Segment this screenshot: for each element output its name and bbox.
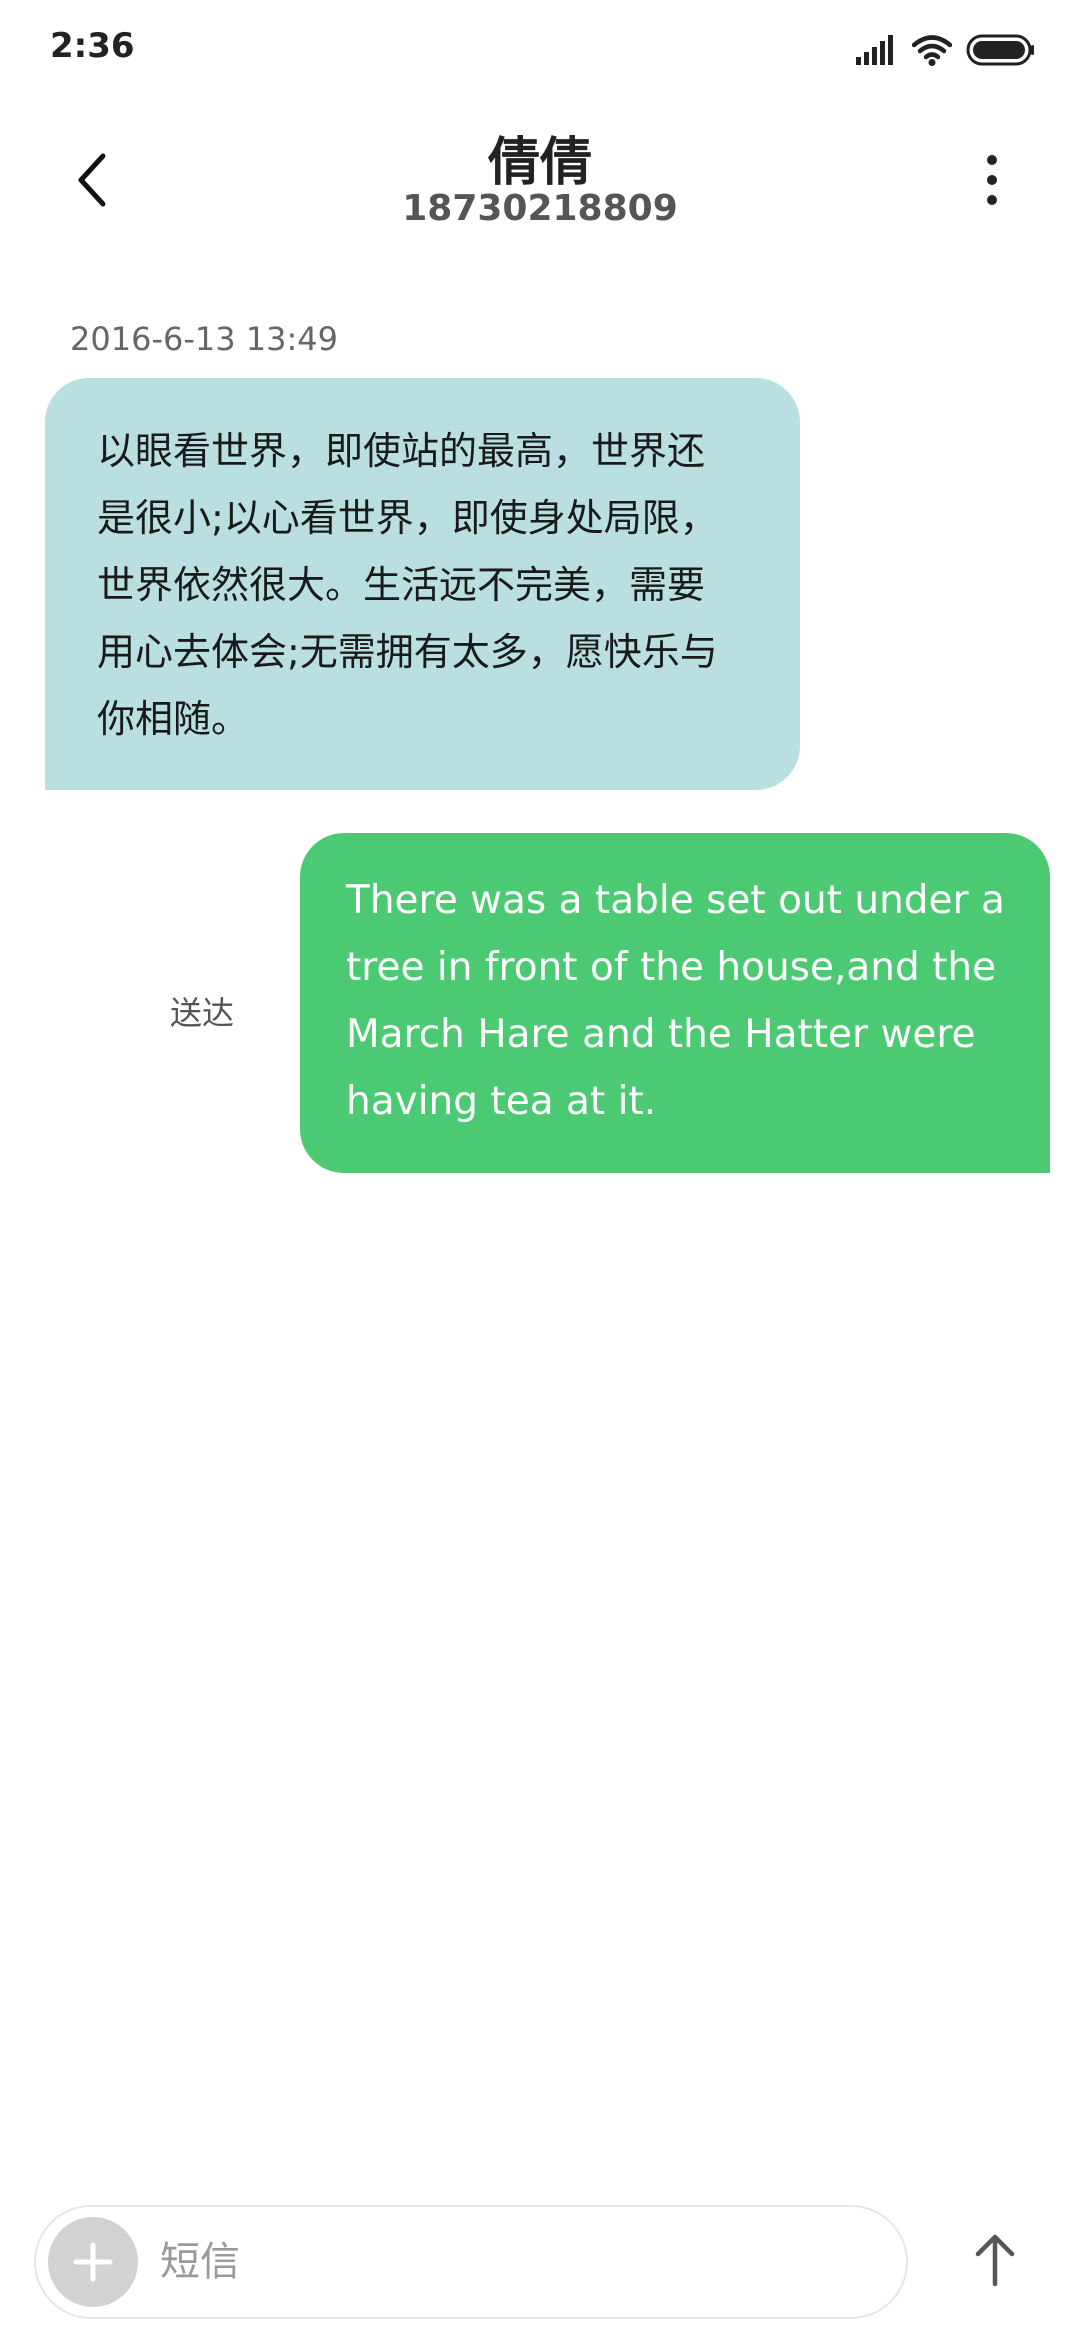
- battery-icon: [966, 34, 1034, 66]
- status-icons: [856, 30, 1036, 70]
- conversation-header: 倩倩 18730218809: [0, 96, 1080, 266]
- delivery-status: 送达: [170, 994, 235, 1032]
- contact-name: 倩倩: [487, 133, 592, 193]
- contact-number: 18730218809: [402, 188, 678, 229]
- more-vertical-icon: [987, 155, 997, 205]
- incoming-message-bubble[interactable]: 以眼看世界，即使站的最高，世界还是很小;以心看世界，即使身处局限，世界依然很大。…: [45, 378, 800, 790]
- messaging-screen: 2:36 倩倩 18730218809 2016-6-13 13:49 以眼看世…: [0, 0, 1080, 2340]
- outgoing-message-bubble[interactable]: There was a table set out under a tree i…: [300, 833, 1050, 1173]
- sms-input[interactable]: [160, 2229, 860, 2295]
- message-timestamp: 2016-6-13 13:49: [70, 320, 338, 358]
- wifi-icon: [912, 35, 952, 66]
- add-attachment-button[interactable]: [48, 2217, 138, 2307]
- status-bar: 2:36: [0, 0, 1080, 96]
- plus-icon: [73, 2242, 113, 2282]
- message-composer: [34, 2205, 908, 2319]
- arrow-up-icon: [975, 2234, 1015, 2287]
- signal-icon: [856, 35, 893, 65]
- send-button[interactable]: [950, 2215, 1040, 2305]
- status-time: 2:36: [50, 26, 135, 66]
- more-options-button[interactable]: [952, 140, 1032, 220]
